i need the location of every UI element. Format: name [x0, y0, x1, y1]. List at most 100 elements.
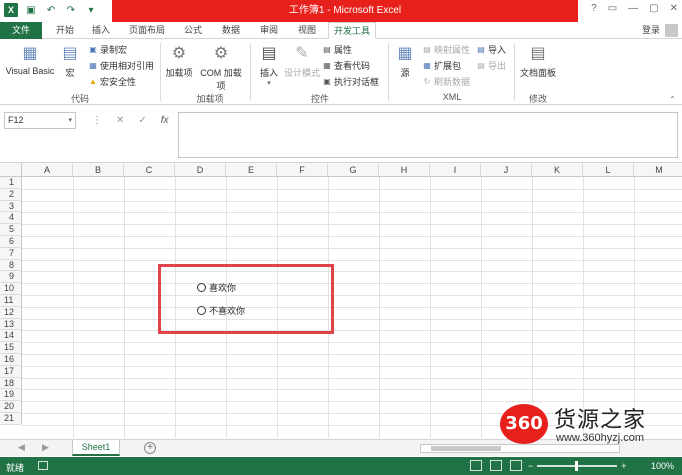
- redo-icon[interactable]: ↷: [64, 3, 78, 17]
- row-header[interactable]: 12: [0, 306, 22, 319]
- select-all-corner[interactable]: [0, 163, 22, 177]
- help-icon[interactable]: ?: [591, 3, 597, 14]
- add-sheet-icon[interactable]: +: [144, 442, 156, 454]
- collapse-ribbon-icon[interactable]: ⌃: [669, 95, 676, 104]
- login-link[interactable]: 登录: [642, 22, 660, 39]
- minimize-icon[interactable]: —: [628, 3, 638, 14]
- column-header[interactable]: B: [73, 163, 124, 177]
- radio-circle-icon[interactable]: [197, 306, 206, 315]
- column-header[interactable]: M: [634, 163, 682, 177]
- row-header[interactable]: 14: [0, 330, 22, 343]
- row-header[interactable]: 11: [0, 295, 22, 307]
- row-header[interactable]: 5: [0, 224, 22, 236]
- macro-record-status-icon[interactable]: [38, 461, 48, 470]
- expansion-pack-button[interactable]: ▦ 扩展包: [422, 59, 461, 72]
- row-header[interactable]: 17: [0, 365, 22, 378]
- relative-reference-button[interactable]: ▦ 使用相对引用: [88, 59, 154, 72]
- zoom-level[interactable]: 100%: [651, 461, 674, 471]
- zoom-out-icon[interactable]: −: [528, 461, 533, 471]
- column-header[interactable]: C: [124, 163, 175, 177]
- ribbon-display-icon[interactable]: ▭: [608, 3, 617, 14]
- sheet-next-icon[interactable]: ▶: [42, 442, 49, 453]
- enter-icon[interactable]: ✓: [138, 115, 146, 126]
- row-header[interactable]: 7: [0, 247, 22, 260]
- column-header[interactable]: E: [226, 163, 277, 177]
- page-layout-view-icon[interactable]: [490, 460, 502, 471]
- row-header[interactable]: 3: [0, 200, 22, 213]
- close-icon[interactable]: ✕: [670, 3, 678, 14]
- insert-control-button[interactable]: ▤ 插入 ▾: [256, 42, 282, 87]
- tab-page-layout[interactable]: 页面布局: [124, 22, 170, 39]
- undo-icon[interactable]: ↶: [44, 3, 58, 17]
- tab-insert[interactable]: 插入: [86, 22, 116, 39]
- tab-formulas[interactable]: 公式: [178, 22, 208, 39]
- column-header[interactable]: H: [379, 163, 430, 177]
- zoom-in-icon[interactable]: +: [621, 461, 626, 471]
- maximize-icon[interactable]: ▢: [649, 3, 658, 14]
- view-code-button[interactable]: ▦ 查看代码: [322, 59, 370, 72]
- row-header[interactable]: 6: [0, 236, 22, 248]
- column-header[interactable]: A: [22, 163, 73, 177]
- document-panel-button[interactable]: ▤ 文档面板: [518, 42, 558, 79]
- row-header[interactable]: 10: [0, 283, 22, 295]
- column-header[interactable]: J: [481, 163, 532, 177]
- row-header[interactable]: 16: [0, 354, 22, 366]
- chevron-down-icon[interactable]: ▾: [68, 113, 72, 128]
- tab-developer[interactable]: 开发工具: [328, 22, 376, 39]
- visual-basic-button[interactable]: ▦ Visual Basic: [4, 42, 56, 76]
- avatar[interactable]: [665, 24, 678, 37]
- page-break-view-icon[interactable]: [510, 460, 522, 471]
- zoom-thumb[interactable]: [575, 461, 579, 471]
- com-addins-button[interactable]: ⚙ COM 加载项: [196, 42, 246, 92]
- name-box[interactable]: F12 ▾: [4, 112, 76, 129]
- insert-function-icon[interactable]: fx: [161, 115, 169, 126]
- column-header[interactable]: F: [277, 163, 328, 177]
- save-icon[interactable]: ▣: [24, 3, 38, 17]
- worksheet-grid[interactable]: ABCDEFGHIJKLM 1 2 3 4 5 6 7 8 9 10 11 12 13 14 15 16 17 1…: [0, 162, 682, 438]
- scrollbar-thumb[interactable]: [431, 446, 501, 451]
- sheet-tab[interactable]: Sheet1: [72, 440, 120, 456]
- row-header[interactable]: 1: [0, 177, 22, 189]
- row-header[interactable]: 21: [0, 413, 22, 425]
- map-properties-button[interactable]: ▤ 映射属性: [422, 43, 470, 56]
- run-dialog-button[interactable]: ▣ 执行对话框: [322, 75, 379, 88]
- sheet-prev-icon[interactable]: ◀: [18, 442, 25, 453]
- radio-circle-icon[interactable]: [197, 283, 206, 292]
- row-header[interactable]: 8: [0, 259, 22, 272]
- column-header[interactable]: I: [430, 163, 481, 177]
- tab-review[interactable]: 审阅: [254, 22, 284, 39]
- xml-import-button[interactable]: ▤ 导入: [476, 43, 506, 56]
- tab-file[interactable]: 文件: [0, 22, 42, 39]
- cancel-icon[interactable]: ✕: [116, 115, 124, 126]
- column-header[interactable]: L: [583, 163, 634, 177]
- macro-button[interactable]: ▤ 宏: [58, 42, 82, 79]
- refresh-data-button[interactable]: ↻ 刷新数据: [422, 75, 470, 88]
- zoom-slider[interactable]: − +: [528, 461, 627, 471]
- row-header[interactable]: 4: [0, 212, 22, 225]
- column-header[interactable]: K: [532, 163, 583, 177]
- xml-source-button[interactable]: ▦ 源: [392, 42, 418, 79]
- tab-view[interactable]: 视图: [292, 22, 322, 39]
- row-header[interactable]: 9: [0, 271, 22, 284]
- row-header[interactable]: 15: [0, 342, 22, 354]
- tab-home[interactable]: 开始: [50, 22, 80, 39]
- normal-view-icon[interactable]: [470, 460, 482, 471]
- record-macro-button[interactable]: ▣ 录制宏: [88, 43, 127, 56]
- radio-option-like[interactable]: 喜欢你: [197, 281, 236, 294]
- column-header[interactable]: G: [328, 163, 379, 177]
- row-header[interactable]: 2: [0, 188, 22, 201]
- formula-input[interactable]: [178, 112, 678, 158]
- macro-security-button[interactable]: ▲ 宏安全性: [88, 75, 136, 88]
- xml-export-button[interactable]: ▤ 导出: [476, 59, 506, 72]
- tab-data[interactable]: 数据: [216, 22, 246, 39]
- properties-button[interactable]: ▤ 属性: [322, 43, 352, 56]
- column-header[interactable]: D: [175, 163, 226, 177]
- addins-button[interactable]: ⚙ 加载项: [164, 42, 194, 79]
- radio-option-dislike[interactable]: 不喜欢你: [197, 304, 245, 317]
- row-header[interactable]: 20: [0, 401, 22, 413]
- customize-qat-icon[interactable]: ▾: [84, 3, 98, 17]
- design-mode-button[interactable]: ✎ 设计模式: [284, 42, 320, 79]
- row-header[interactable]: 18: [0, 377, 22, 390]
- row-header[interactable]: 19: [0, 389, 22, 402]
- row-header[interactable]: 13: [0, 318, 22, 331]
